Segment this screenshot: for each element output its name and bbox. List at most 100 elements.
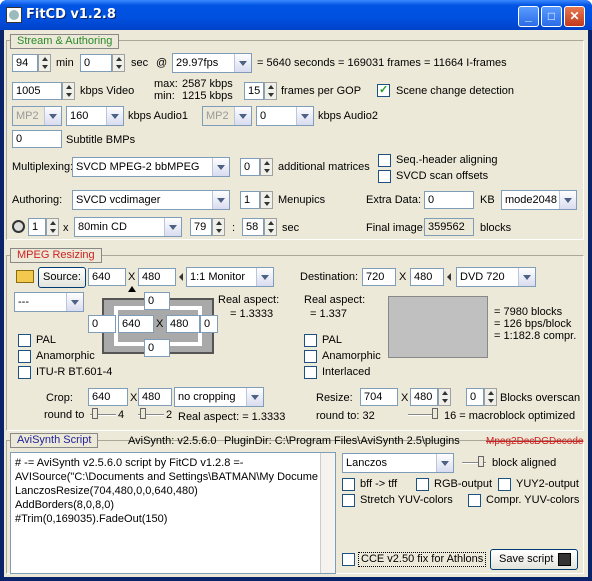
chevron-down-icon: [518, 268, 535, 286]
script-line: #Trim(0,169035).FadeOut(150): [15, 513, 168, 525]
chevron-down-icon: [436, 454, 453, 472]
rgb-output-checkbox[interactable]: [416, 478, 429, 491]
menupics-input[interactable]: 1: [240, 191, 260, 209]
chevron-left-icon[interactable]: [178, 268, 186, 286]
matrices-spinner[interactable]: [260, 158, 273, 176]
dest-pal-checkbox[interactable]: [304, 334, 317, 347]
source-height-input[interactable]: 480: [138, 268, 176, 286]
main-panel: Stream & Authoring 94 min 0 sec @ 29.97f…: [4, 30, 588, 577]
compr-yuv-checkbox[interactable]: [468, 494, 481, 507]
video-kbps-label: kbps Video: [80, 85, 135, 97]
scene-change-checkbox[interactable]: [377, 83, 390, 97]
cd-sec-input[interactable]: 58: [242, 218, 264, 236]
macroblock-slider[interactable]: [408, 408, 438, 420]
yuy2-output-checkbox[interactable]: [498, 478, 511, 491]
script-editor[interactable]: # -= AviSynth v2.5.6.0 script by FitCD v…: [10, 452, 336, 574]
resize-height-input[interactable]: 480: [410, 388, 438, 406]
round2-slider[interactable]: [138, 408, 164, 420]
interlaced-checkbox[interactable]: [304, 366, 317, 379]
subtitle-input[interactable]: 0: [12, 130, 62, 148]
anamorphic-checkbox[interactable]: [18, 350, 31, 363]
resizer-select[interactable]: Lanczos: [342, 453, 454, 473]
script-line: AVISource("C:\Documents and Settings\BAT…: [15, 471, 319, 483]
crop-height-input[interactable]: 480: [138, 388, 172, 406]
chevron-down-icon: [234, 107, 251, 125]
resizer-value: Lanczos: [346, 457, 387, 469]
source-width-input[interactable]: 640: [88, 268, 126, 286]
cd-count-spinner[interactable]: [46, 218, 59, 236]
arrow-up-icon[interactable]: [128, 286, 136, 292]
close-button[interactable]: ✕: [564, 6, 585, 27]
chevron-left-icon[interactable]: [446, 268, 454, 286]
dest-height-input[interactable]: 480: [410, 268, 444, 286]
menupics-spinner[interactable]: [260, 191, 273, 209]
gop-input[interactable]: 15: [244, 82, 264, 100]
cd-min-spinner[interactable]: [212, 218, 225, 236]
stretch-yuv-checkbox[interactable]: [342, 494, 355, 507]
cd-sec-spinner[interactable]: [264, 218, 277, 236]
right-border-input[interactable]: 0: [200, 315, 218, 333]
gop-spinner[interactable]: [264, 82, 277, 100]
dest-format-select[interactable]: DVD 720: [456, 267, 536, 287]
pal-label: PAL: [36, 334, 56, 346]
cd-min-input[interactable]: 79: [190, 218, 212, 236]
seconds-spinner[interactable]: [112, 54, 125, 72]
minimize-button[interactable]: _: [518, 6, 539, 27]
minutes-input[interactable]: 94: [12, 54, 38, 72]
video-kbps-spinner[interactable]: [62, 82, 75, 100]
cce-fix-label: CCE v2.50 fix for Athlons: [358, 552, 487, 567]
round1-slider[interactable]: [90, 408, 116, 420]
source-button[interactable]: Source:: [38, 267, 86, 288]
monitor-select[interactable]: 1:1 Monitor: [186, 267, 274, 287]
top-border-input[interactable]: 0: [144, 292, 170, 310]
overscan-spinner[interactable]: [484, 388, 497, 406]
bff-checkbox[interactable]: [342, 478, 355, 491]
audio2-codec-select[interactable]: MP2: [202, 106, 252, 126]
resize-x-label: X: [401, 392, 409, 404]
cd-colon: :: [232, 222, 236, 234]
audio2-kbps-select[interactable]: 0: [256, 106, 314, 126]
bottom-border-input[interactable]: 0: [144, 339, 170, 357]
authoring-select[interactable]: SVCD vcdimager: [72, 190, 230, 210]
resize-height-spinner[interactable]: [438, 388, 451, 406]
crop-width-input[interactable]: 640: [88, 388, 128, 406]
matrices-input[interactable]: 0: [240, 158, 260, 176]
block-aligned-slider[interactable]: [462, 456, 486, 468]
resize-width-input[interactable]: 704: [360, 388, 398, 406]
extra-data-input[interactable]: 0: [424, 191, 474, 209]
dest-anamorphic-checkbox[interactable]: [304, 350, 317, 363]
crop-label: Crop:: [46, 392, 73, 404]
folder-open-icon[interactable]: [16, 270, 34, 283]
cd-count-input[interactable]: 1: [28, 218, 46, 236]
menupics-label: Menupics: [278, 194, 326, 206]
maximize-button[interactable]: □: [541, 6, 562, 27]
inner-height-input[interactable]: 480: [166, 315, 200, 333]
overscan-input[interactable]: 0: [466, 388, 484, 406]
audio2-codec-value: MP2: [206, 110, 229, 122]
crop-mode-select[interactable]: no cropping: [174, 387, 264, 407]
mode-select[interactable]: mode2048: [501, 190, 577, 210]
fps-select[interactable]: 29.97fps: [172, 53, 252, 73]
audio1-kbps-select[interactable]: 160: [66, 106, 124, 126]
seq-header-checkbox[interactable]: [378, 154, 391, 167]
left-border-input[interactable]: 0: [88, 315, 116, 333]
preset-select[interactable]: ---: [14, 292, 84, 312]
script-scrollbar[interactable]: [320, 453, 335, 573]
pal-checkbox[interactable]: [18, 334, 31, 347]
title-bar[interactable]: FitCD v1.2.8 _ □ ✕: [0, 0, 592, 30]
itu-checkbox[interactable]: [18, 366, 31, 379]
cd-type-select[interactable]: 80min CD: [74, 217, 182, 237]
save-script-button[interactable]: Save script: [490, 549, 578, 570]
audio1-codec-select[interactable]: MP2: [12, 106, 62, 126]
video-kbps-input[interactable]: 1005: [12, 82, 62, 100]
svcd-scan-checkbox[interactable]: [378, 170, 391, 183]
inner-width-input[interactable]: 640: [118, 315, 154, 333]
dest-width-input[interactable]: 720: [362, 268, 396, 286]
subtitle-label: Subtitle BMPs: [66, 134, 136, 146]
multiplexing-select[interactable]: SVCD MPEG-2 bbMPEG: [72, 157, 230, 177]
cce-fix-checkbox[interactable]: [342, 553, 355, 566]
chevron-down-icon: [44, 107, 61, 125]
seconds-input[interactable]: 0: [80, 54, 112, 72]
frames-info: = 5640 seconds = 169031 frames = 11664 I…: [257, 57, 507, 69]
minutes-spinner[interactable]: [38, 54, 51, 72]
